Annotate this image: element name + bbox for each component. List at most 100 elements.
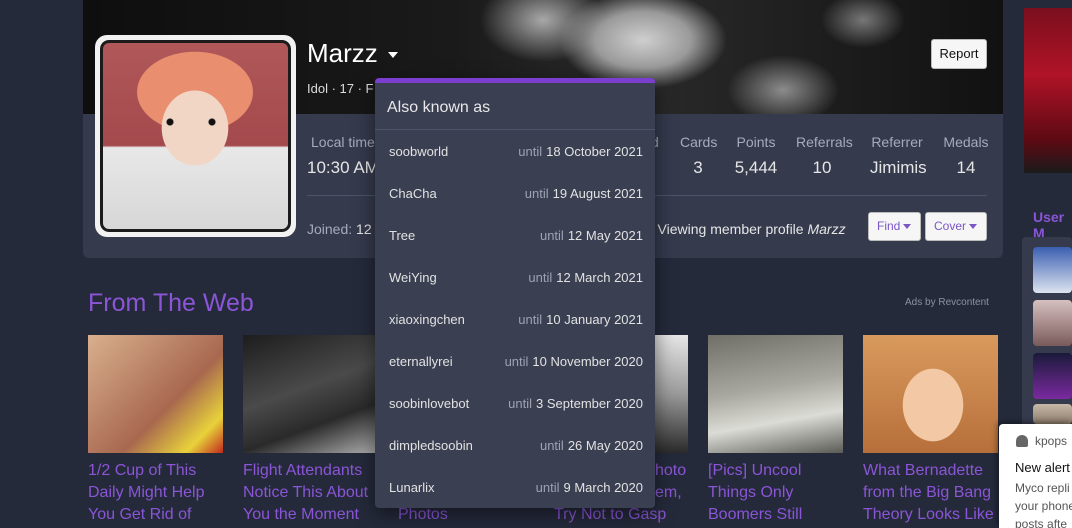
find-button[interactable]: Find <box>868 212 921 241</box>
alias-until: until 12 March 2021 <box>528 270 643 285</box>
avatar-image <box>100 40 291 232</box>
sidebar-user-thumb[interactable] <box>1033 404 1072 424</box>
viewing-name: Marzz <box>807 221 846 237</box>
stat-label: Cards <box>680 134 718 150</box>
until-label: until <box>535 479 560 495</box>
chevron-down-icon[interactable] <box>388 52 398 58</box>
alias-row[interactable]: WeiYing until 12 March 2021 <box>375 256 655 298</box>
find-label: Find <box>877 219 901 233</box>
notification-heading: New alert <box>1015 460 1070 475</box>
alias-row[interactable]: eternallyrei until 10 November 2020 <box>375 340 655 382</box>
alias-date: 12 March 2021 <box>556 269 643 285</box>
alias-list: soobworld until 18 October 2021 ChaCha until… <box>375 130 655 508</box>
ad-title[interactable]: hoto em, <box>655 460 691 504</box>
until-label: until <box>539 227 564 243</box>
ad-title[interactable]: 1/2 Cup of This Daily Might Help You Get… <box>88 460 228 526</box>
alias-until: until 3 September 2020 <box>508 396 643 411</box>
until-label: until <box>504 353 529 369</box>
alias-row[interactable]: soobinlovebot until 3 September 2020 <box>375 382 655 424</box>
notification-brand: kpops <box>1035 434 1068 448</box>
ad-title[interactable]: [Pics] Uncool Things Only Boomers Still <box>708 460 848 526</box>
ad-title-line: em, <box>655 484 682 501</box>
ad-title[interactable]: What Bernadette from the Big Bang Theory… <box>863 460 1003 526</box>
alias-date: 10 January 2021 <box>546 311 643 327</box>
sidebar-user-thumb[interactable] <box>1033 247 1072 293</box>
ad-image[interactable] <box>708 335 843 453</box>
profile-username[interactable]: Marzz <box>307 38 378 69</box>
alias-until: until 19 August 2021 <box>525 186 643 201</box>
ad-title-line: hoto <box>655 462 687 479</box>
until-label: until <box>528 269 553 285</box>
alias-until: until 18 October 2021 <box>518 144 643 159</box>
alias-date: 9 March 2020 <box>563 479 644 495</box>
sidebar-user-thumb[interactable] <box>1033 353 1072 399</box>
profile-blurb: Idol · 17 · F <box>307 81 374 96</box>
alias-until: until 12 May 2021 <box>540 228 643 243</box>
alias-date: 12 May 2021 <box>567 227 643 243</box>
alias-until: until 9 March 2020 <box>536 480 643 495</box>
stat-value: 5,444 <box>734 158 778 177</box>
viewing-prefix: · Viewing member profile <box>649 221 804 237</box>
from-the-web-title: From The Web <box>88 289 254 317</box>
stat-label: Referrer <box>871 134 923 150</box>
alias-name: dimpledsoobin <box>389 437 473 453</box>
joined-label: Joined: <box>307 221 353 237</box>
report-button[interactable]: Report <box>931 39 987 69</box>
avatar[interactable] <box>95 35 296 237</box>
joined-value: 12 <box>356 221 372 237</box>
stat-label: Referrals <box>796 134 853 150</box>
stat-cards[interactable]: Cards 3 <box>680 134 718 178</box>
also-known-as-dropdown: Also known as soobworld until 18 October 2… <box>375 78 655 508</box>
alias-row[interactable]: dimpledsoobin until 26 May 2020 <box>375 424 655 466</box>
stat-referrer[interactable]: Referrer Jimimis <box>870 134 927 178</box>
alias-date: 19 August 2021 <box>552 185 643 201</box>
stat-referrals[interactable]: Referrals 10 <box>796 134 853 178</box>
stat-label: Local time <box>311 134 375 150</box>
cover-button[interactable]: Cover <box>925 212 987 241</box>
ad-title[interactable]: Flight Attendants Notice This About You … <box>243 460 383 526</box>
chevron-down-icon <box>969 224 978 230</box>
alias-name: soobinlovebot <box>389 395 470 411</box>
alias-row[interactable]: Lunarlix until 9 March 2020 <box>375 466 655 508</box>
bell-icon <box>1016 435 1028 447</box>
alias-name: ChaCha <box>389 185 437 201</box>
joined-info: Joined: 12 <box>307 221 372 237</box>
ad-image[interactable] <box>243 335 378 453</box>
dropdown-title: Also known as <box>375 83 655 130</box>
until-label: until <box>524 185 549 201</box>
ad-image[interactable] <box>863 335 998 453</box>
until-label: until <box>539 437 564 453</box>
cover-label: Cover <box>934 219 967 233</box>
ads-label[interactable]: Ads by Revcontent <box>905 297 989 308</box>
stat-value: 10 <box>812 158 832 177</box>
stat-label: Medals <box>943 134 989 150</box>
alias-date: 26 May 2020 <box>567 437 643 453</box>
alias-date: 18 October 2021 <box>546 143 643 159</box>
alias-name: xiaoxingchen <box>389 311 465 327</box>
alias-date: 3 September 2020 <box>536 395 643 411</box>
notification-toast[interactable]: kpops New alert Myco repli your phone po… <box>999 424 1072 528</box>
notification-body-line: Myco repli <box>1015 481 1070 495</box>
ad-image[interactable] <box>655 335 688 453</box>
alias-row[interactable]: xiaoxingchen until 10 January 2021 <box>375 298 655 340</box>
chevron-down-icon <box>903 224 912 230</box>
notification-body-line: posts afte <box>1015 517 1068 528</box>
until-label: until <box>518 143 543 159</box>
stat-medals[interactable]: Medals 14 <box>943 134 989 178</box>
stat-points[interactable]: Points 5,444 <box>734 134 778 178</box>
notification-body-line: your phone <box>1015 499 1072 513</box>
alias-until: until 10 January 2021 <box>518 312 643 327</box>
alias-until: until 10 November 2020 <box>505 354 643 369</box>
stat-label: Points <box>736 134 776 150</box>
alias-row[interactable]: soobworld until 18 October 2021 <box>375 130 655 172</box>
stat-value: 10:30 AM <box>307 158 379 177</box>
stat-value: 3 <box>693 158 703 177</box>
sidebar-user-thumb[interactable] <box>1033 300 1072 346</box>
until-label: until <box>508 395 533 411</box>
stat-value: 14 <box>956 158 976 177</box>
alias-row[interactable]: ChaCha until 19 August 2021 <box>375 172 655 214</box>
until-label: until <box>518 311 543 327</box>
ad-image[interactable] <box>88 335 223 453</box>
alias-row[interactable]: Tree until 12 May 2021 <box>375 214 655 256</box>
sidebar-banner-image[interactable] <box>1024 8 1072 173</box>
